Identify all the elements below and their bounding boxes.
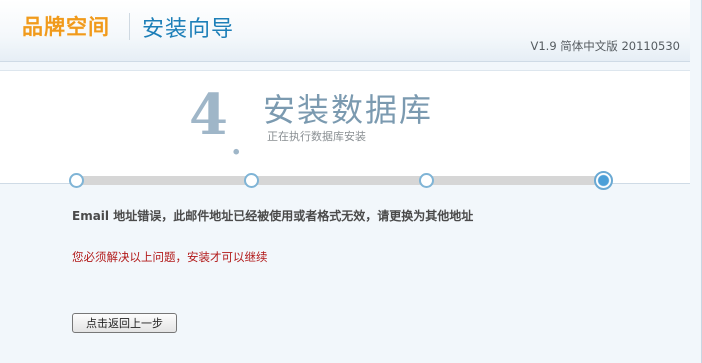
progress-node-2 xyxy=(244,173,259,188)
warning-message: 您必须解决以上问题，安装才可以继续 xyxy=(72,250,268,264)
header: 品牌空间 安装向导 V1.9 简体中文版 20110530 xyxy=(0,0,690,62)
step-number-dot: . xyxy=(231,127,242,162)
header-divider xyxy=(129,13,130,40)
progress-node-4-current xyxy=(594,171,613,190)
logo: 品牌空间 xyxy=(22,15,110,39)
progress-track xyxy=(76,176,604,185)
version-label: V1.9 简体中文版 20110530 xyxy=(530,39,681,53)
wizard-title: 安装向导 xyxy=(142,17,235,42)
step-banner: 4 . 安装数据库 正在执行数据库安装 xyxy=(0,70,690,184)
progress-node-1 xyxy=(69,173,84,188)
progress-node-3 xyxy=(419,173,434,188)
installer-page: 品牌空间 安装向导 V1.9 简体中文版 20110530 4 . 安装数据库 … xyxy=(0,0,702,363)
error-message: Email 地址错误，此邮件地址已经被使用或者格式无效，请更换为其他地址 xyxy=(72,209,474,223)
back-button[interactable]: 点击返回上一步 xyxy=(72,313,177,333)
step-subtitle: 正在执行数据库安装 xyxy=(267,130,366,143)
step-number: 4 xyxy=(189,82,228,148)
step-title: 安装数据库 xyxy=(263,91,434,129)
